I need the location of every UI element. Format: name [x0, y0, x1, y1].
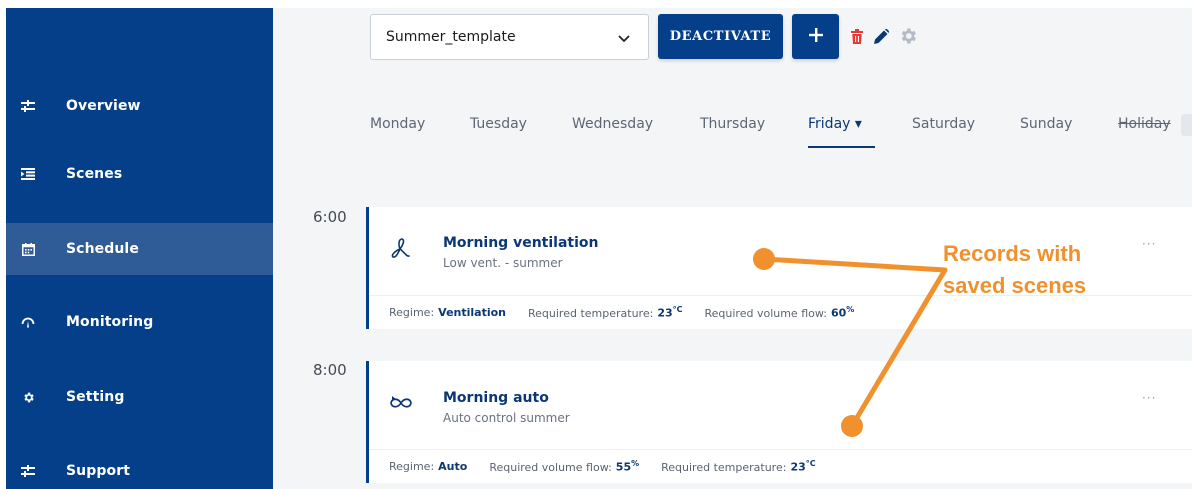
- record-params: Regime: Auto Required volume flow: 55% Req…: [369, 449, 1192, 483]
- chevron-down-icon: [618, 31, 630, 47]
- record-title: Morning ventilation: [443, 235, 599, 251]
- sidebar-item-monitoring[interactable]: Monitoring: [6, 296, 273, 348]
- tab-wednesday[interactable]: Wednesday: [572, 116, 653, 132]
- param-regime: Regime: Ventilation: [389, 306, 506, 319]
- annotation-line: Records with: [943, 241, 1082, 266]
- tab-thursday[interactable]: Thursday: [700, 116, 765, 132]
- tab-holiday[interactable]: Holiday: [1118, 116, 1171, 132]
- record-title: Morning auto: [443, 390, 549, 406]
- calendar-icon: [20, 241, 36, 257]
- param-volume-flow: Required volume flow: 60%: [704, 305, 855, 320]
- gauge-icon: [20, 314, 36, 330]
- annotation-text: Records with saved scenes: [943, 238, 1153, 302]
- plus-icon: [808, 27, 823, 46]
- param-regime: Regime: Auto: [389, 460, 468, 473]
- record-header: Morning auto Auto control summer ···: [369, 361, 1192, 447]
- sidebar-item-label: Setting: [66, 389, 125, 405]
- deactivate-button[interactable]: DEACTIVATE: [658, 14, 783, 59]
- sidebar-item-label: Monitoring: [66, 314, 154, 330]
- annotation-line: saved scenes: [943, 273, 1087, 298]
- param-temperature: Required temperature: 23°C: [661, 459, 816, 474]
- sidebar-item-label: Overview: [66, 98, 141, 114]
- pencil-icon[interactable]: [871, 26, 891, 46]
- param-temperature: Required temperature: 23°C: [528, 305, 683, 320]
- time-label: 8:00: [313, 361, 347, 379]
- list-indent-icon: [20, 166, 36, 182]
- sidebar-item-label: Support: [66, 463, 131, 479]
- sidebar-item-scenes[interactable]: Scenes: [6, 148, 273, 200]
- sidebar-item-schedule[interactable]: Schedule: [6, 223, 273, 275]
- active-tab-indicator: [808, 146, 875, 148]
- settings-gear-icon[interactable]: [898, 26, 918, 46]
- tab-friday[interactable]: Friday ▾: [808, 116, 862, 132]
- sidebar-item-overview[interactable]: Overview: [6, 80, 273, 132]
- tab-saturday[interactable]: Saturday: [912, 116, 975, 132]
- sliders-icon: [20, 463, 36, 479]
- param-volume-flow: Required volume flow: 55%: [489, 459, 640, 474]
- tab-sunday[interactable]: Sunday: [1020, 116, 1072, 132]
- time-label: 6:00: [313, 208, 347, 226]
- template-select[interactable]: Summer_template: [370, 14, 649, 60]
- schedule-record[interactable]: Morning auto Auto control summer ··· Reg…: [366, 361, 1192, 483]
- sidebar-item-label: Schedule: [66, 241, 139, 257]
- sidebar-item-support[interactable]: Support: [6, 445, 273, 489]
- tab-monday[interactable]: Monday: [370, 116, 425, 132]
- top-strip: [273, 0, 1192, 8]
- fan-icon: [389, 237, 411, 259]
- record-subtitle: Auto control summer: [443, 411, 570, 425]
- more-options-icon[interactable]: ···: [1142, 391, 1156, 405]
- template-select-value: Summer_template: [386, 29, 516, 45]
- tab-scroll-stub[interactable]: [1181, 114, 1192, 136]
- sidebar-item-setting[interactable]: Setting: [6, 371, 273, 423]
- sliders-icon: [20, 98, 36, 114]
- trash-icon[interactable]: [847, 26, 867, 46]
- record-subtitle: Low vent. - summer: [443, 256, 563, 270]
- sidebar-item-label: Scenes: [66, 166, 123, 182]
- caret-down-icon: ▾: [854, 116, 862, 132]
- auto-icon: [389, 394, 412, 416]
- add-record-button[interactable]: [792, 14, 839, 59]
- gear-icon: [20, 389, 36, 405]
- sidebar: Overview Scenes Schedule Monitoring Sett…: [6, 8, 273, 489]
- tab-tuesday[interactable]: Tuesday: [470, 116, 527, 132]
- tab-friday-label: Friday: [808, 116, 851, 132]
